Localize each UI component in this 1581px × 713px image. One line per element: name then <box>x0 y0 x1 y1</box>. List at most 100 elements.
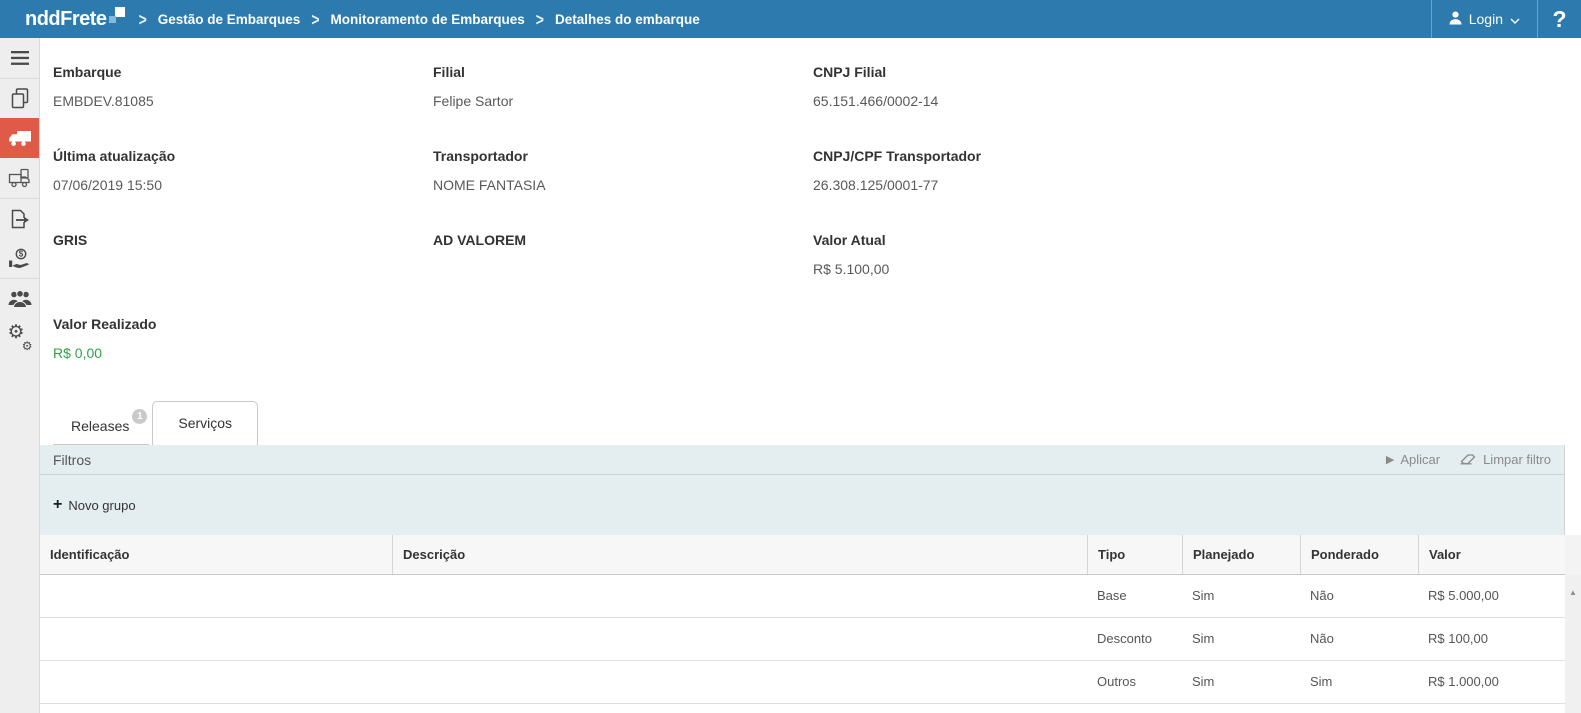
breadcrumb-chevron-icon: > <box>536 9 544 29</box>
app-logo[interactable]: nddFrete <box>0 0 125 38</box>
sidebar-item-users[interactable] <box>0 278 39 318</box>
play-icon: ▶ <box>1386 453 1394 466</box>
tab-releases[interactable]: Releases 1 <box>62 408 149 445</box>
field-transportador: Transportador NOME FANTASIA <box>433 148 813 232</box>
right-strip: ▲ <box>1565 445 1581 713</box>
clear-filter-button[interactable]: Limpar filtro <box>1460 452 1551 468</box>
eraser-icon <box>1460 452 1477 468</box>
strip-filter-gap <box>1565 445 1581 535</box>
cell-descricao <box>392 661 1087 703</box>
cell-planejado: Sim <box>1182 575 1300 617</box>
field-value: R$ 0,00 <box>53 345 433 361</box>
filter-panel: Filtros ▶ Aplicar Limpar filtro <box>40 445 1565 535</box>
sidebar-item-freight-doc[interactable] <box>0 158 39 198</box>
cell-tipo: Outros <box>1087 661 1182 703</box>
cell-valor: R$ 5.000,00 <box>1418 575 1565 617</box>
field-ultima-atualizacao: Última atualização 07/06/2019 15:50 <box>53 148 433 232</box>
cell-identificacao <box>40 575 392 617</box>
table-row[interactable]: Desconto Sim Não R$ 100,00 <box>40 618 1565 661</box>
scroll-up-arrow-icon: ▲ <box>1569 588 1577 597</box>
field-value: Felipe Sartor <box>433 93 813 109</box>
new-group-button[interactable]: + Novo grupo <box>53 498 136 513</box>
sidebar-item-settings[interactable]: ⚙ ⚙ <box>0 318 39 358</box>
sidebar-item-export[interactable] <box>0 198 39 238</box>
column-header-ponderado[interactable]: Ponderado <box>1300 535 1418 574</box>
sidebar-item-shipments[interactable] <box>0 118 39 158</box>
breadcrumb-monitoramento-de-embarques[interactable]: Monitoramento de Embarques <box>331 12 525 27</box>
field-filial: Filial Felipe Sartor <box>433 64 813 148</box>
money-hand-icon: $ <box>8 248 31 269</box>
cell-planejado: Sim <box>1182 661 1300 703</box>
cell-valor: R$ 1.000,00 <box>1418 661 1565 703</box>
field-value: 65.151.466/0002-14 <box>813 93 1581 109</box>
filter-header: Filtros ▶ Aplicar Limpar filtro <box>40 445 1564 475</box>
table-scrollbar[interactable]: ▲ <box>1565 575 1581 713</box>
top-bar: nddFrete > Gestão de Embarques > Monitor… <box>0 0 1581 38</box>
users-icon <box>8 289 32 308</box>
cell-tipo: Base <box>1087 575 1182 617</box>
login-menu[interactable]: Login <box>1431 0 1537 38</box>
export-document-icon <box>9 209 31 229</box>
user-icon <box>1449 11 1462 28</box>
field-valor-atual: Valor Atual R$ 5.100,00 <box>813 232 1581 316</box>
help-button[interactable]: ? <box>1537 0 1581 38</box>
truck-icon <box>8 129 32 147</box>
tab-spacer <box>53 408 62 445</box>
field-value: NOME FANTASIA <box>433 177 813 193</box>
column-header-identificacao[interactable]: Identificação <box>40 535 392 574</box>
svg-text:$: $ <box>19 249 24 258</box>
breadcrumb-gestao-de-embarques[interactable]: Gestão de Embarques <box>158 12 301 27</box>
field-value: 26.308.125/0001-77 <box>813 177 1581 193</box>
sidebar-item-copy[interactable] <box>0 78 39 118</box>
logo-squares-icon <box>109 7 125 24</box>
strip-header-gap <box>1565 535 1581 575</box>
table-row[interactable]: Outros Sim Sim R$ 1.000,00 <box>40 661 1565 704</box>
sidebar-item-menu[interactable] <box>0 38 39 78</box>
field-value: R$ 5.100,00 <box>813 261 1581 277</box>
tab-servicos[interactable]: Serviços <box>152 401 258 445</box>
cell-identificacao <box>40 661 392 703</box>
services-table-header: Identificação Descrição Tipo Planejado P… <box>40 535 1565 575</box>
tab-bar: Releases 1 Serviços <box>40 400 1581 445</box>
field-label: CNPJ/CPF Transportador <box>813 148 1581 164</box>
field-label: Valor Realizado <box>53 316 433 332</box>
field-cnpj-filial: CNPJ Filial 65.151.466/0002-14 <box>813 64 1581 148</box>
cell-descricao <box>392 575 1087 617</box>
field-cnpj-cpf-transportador: CNPJ/CPF Transportador 26.308.125/0001-7… <box>813 148 1581 232</box>
sidebar-item-payments[interactable]: $ <box>0 238 39 278</box>
cell-descricao <box>392 618 1087 660</box>
apply-filter-label: Aplicar <box>1400 452 1440 467</box>
apply-filter-button[interactable]: ▶ Aplicar <box>1386 452 1440 467</box>
breadcrumb-chevron-icon: > <box>139 9 147 29</box>
field-label: AD VALOREM <box>433 232 813 248</box>
field-value: 07/06/2019 15:50 <box>53 177 433 193</box>
field-label: Valor Atual <box>813 232 1581 248</box>
field-label: GRIS <box>53 232 433 248</box>
cell-planejado: Sim <box>1182 618 1300 660</box>
field-value <box>433 261 813 277</box>
copy-pages-icon <box>10 88 30 109</box>
releases-count-badge: 1 <box>132 409 147 424</box>
cell-ponderado: Sim <box>1300 661 1418 703</box>
sidebar: $ ⚙ ⚙ <box>0 38 40 713</box>
breadcrumb-detalhes-do-embarque[interactable]: Detalhes do embarque <box>555 12 700 27</box>
question-mark-icon: ? <box>1552 6 1566 33</box>
column-header-descricao[interactable]: Descrição <box>392 535 1087 574</box>
filters-title: Filtros <box>53 452 91 468</box>
column-header-tipo[interactable]: Tipo <box>1087 535 1182 574</box>
field-label: Filial <box>433 64 813 80</box>
shipment-details: Embarque EMBDEV.81085 Filial Felipe Sart… <box>40 38 1581 400</box>
filter-body: + Novo grupo <box>40 475 1564 535</box>
breadcrumb-chevron-icon: > <box>311 9 319 29</box>
table-row[interactable]: Base Sim Não R$ 5.000,00 <box>40 575 1565 618</box>
chevron-down-icon <box>1510 11 1520 27</box>
field-label: Transportador <box>433 148 813 164</box>
field-value <box>53 261 433 277</box>
field-valor-realizado: Valor Realizado R$ 0,00 <box>53 316 433 400</box>
field-label: CNPJ Filial <box>813 64 1581 80</box>
main-content: Embarque EMBDEV.81085 Filial Felipe Sart… <box>40 38 1581 713</box>
column-header-valor[interactable]: Valor <box>1418 535 1565 574</box>
hamburger-icon <box>11 51 29 65</box>
login-label: Login <box>1469 11 1503 27</box>
column-header-planejado[interactable]: Planejado <box>1182 535 1300 574</box>
